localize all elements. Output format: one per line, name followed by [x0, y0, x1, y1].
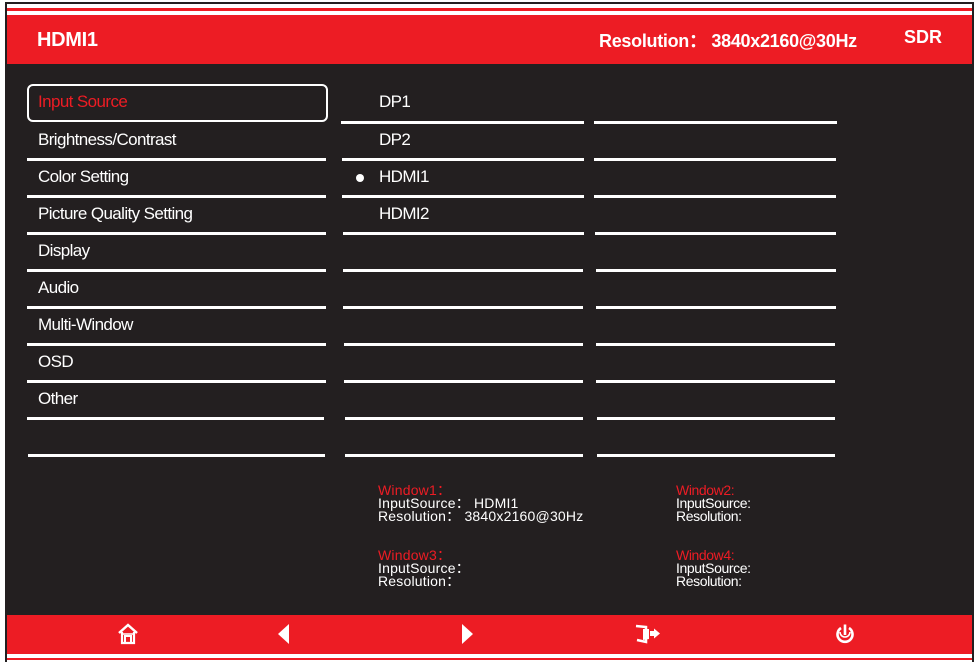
osd-window: HDMI1 Resolution： 3840x2160@30Hz SDR Inp…	[5, 2, 974, 662]
divider	[341, 121, 584, 124]
dynamic-range-badge: SDR	[904, 27, 943, 47]
arrow-right-icon	[462, 624, 473, 644]
divider	[596, 269, 836, 272]
divider	[596, 306, 836, 309]
menu-item-picture-quality[interactable]: Picture Quality Setting	[27, 196, 328, 233]
bottom-stripe-white-2	[7, 660, 972, 662]
exit-button[interactable]	[634, 619, 664, 649]
divider	[27, 417, 324, 420]
arrow-left-icon	[278, 624, 289, 644]
right-button[interactable]	[452, 619, 482, 649]
divider	[343, 232, 584, 235]
window4-resolution: Resolution:	[676, 573, 742, 589]
divider	[597, 454, 835, 457]
window3-info: Window3： InputSource： Resolution：	[378, 548, 470, 589]
menu-item-brightness-contrast[interactable]: Brightness/Contrast	[27, 122, 328, 159]
left-button[interactable]	[269, 619, 299, 649]
footer-bar	[7, 615, 972, 654]
option-hdmi1[interactable]: HDMI1	[342, 159, 637, 196]
divider	[594, 195, 836, 198]
exit-icon	[635, 624, 660, 644]
option-dp1[interactable]: DP1	[342, 84, 637, 121]
divider	[345, 454, 583, 457]
menu-item-label: Other	[38, 389, 78, 408]
option-dp2[interactable]: DP2	[342, 122, 637, 159]
divider	[344, 380, 583, 383]
divider	[597, 417, 835, 420]
divider	[342, 195, 584, 198]
divider	[344, 343, 583, 346]
header-bar: HDMI1 Resolution： 3840x2160@30Hz SDR	[7, 15, 972, 64]
divider	[594, 158, 836, 161]
menu-item-osd[interactable]: OSD	[27, 344, 328, 381]
option-label: DP1	[379, 92, 411, 111]
window2-info: Window2: InputSource: Resolution:	[676, 483, 751, 524]
power-icon	[836, 624, 854, 644]
window3-resolution: Resolution：	[378, 573, 461, 589]
divider	[343, 269, 583, 272]
window4-info: Window4: InputSource: Resolution:	[676, 548, 751, 589]
divider	[28, 454, 325, 457]
selected-bullet-icon	[356, 174, 364, 182]
option-hdmi2[interactable]: HDMI2	[342, 196, 637, 233]
menu-item-display[interactable]: Display	[27, 233, 328, 270]
divider	[594, 121, 837, 124]
home-button[interactable]	[113, 619, 143, 649]
menu-item-color-setting[interactable]: Color Setting	[27, 159, 328, 196]
divider	[342, 158, 584, 161]
menu-item-label: Input Source	[38, 92, 128, 111]
menu-item-multi-window[interactable]: Multi-Window	[27, 307, 328, 344]
divider	[596, 380, 835, 383]
menu-item-label: Multi-Window	[38, 315, 133, 334]
menu-item-label: Color Setting	[38, 167, 129, 186]
menu-item-label: OSD	[38, 352, 74, 371]
menu-item-other[interactable]: Other	[27, 381, 328, 418]
option-label: DP2	[379, 130, 411, 149]
option-label: HDMI1	[379, 167, 430, 186]
option-label: HDMI2	[379, 204, 430, 223]
menu-item-audio[interactable]: Audio	[27, 270, 328, 307]
menu-item-input-source[interactable]: Input Source	[27, 84, 328, 122]
menu-item-label: Display	[38, 241, 90, 260]
menu-item-label: Audio	[38, 278, 79, 297]
power-button[interactable]	[830, 619, 860, 649]
window1-resolution: Resolution： 3840x2160@30Hz	[378, 508, 584, 524]
menu-item-label: Picture Quality Setting	[38, 204, 193, 223]
window1-info: Window1： InputSource： HDMI1 Resolution： …	[378, 483, 584, 524]
divider	[343, 306, 583, 309]
divider	[596, 343, 835, 346]
current-input-title: HDMI1	[37, 29, 98, 51]
resolution-readout: Resolution： 3840x2160@30Hz	[599, 31, 857, 51]
window2-resolution: Resolution:	[676, 508, 742, 524]
menu-item-label: Brightness/Contrast	[38, 130, 176, 149]
home-icon	[118, 623, 138, 645]
divider	[345, 417, 583, 420]
divider	[595, 232, 836, 235]
